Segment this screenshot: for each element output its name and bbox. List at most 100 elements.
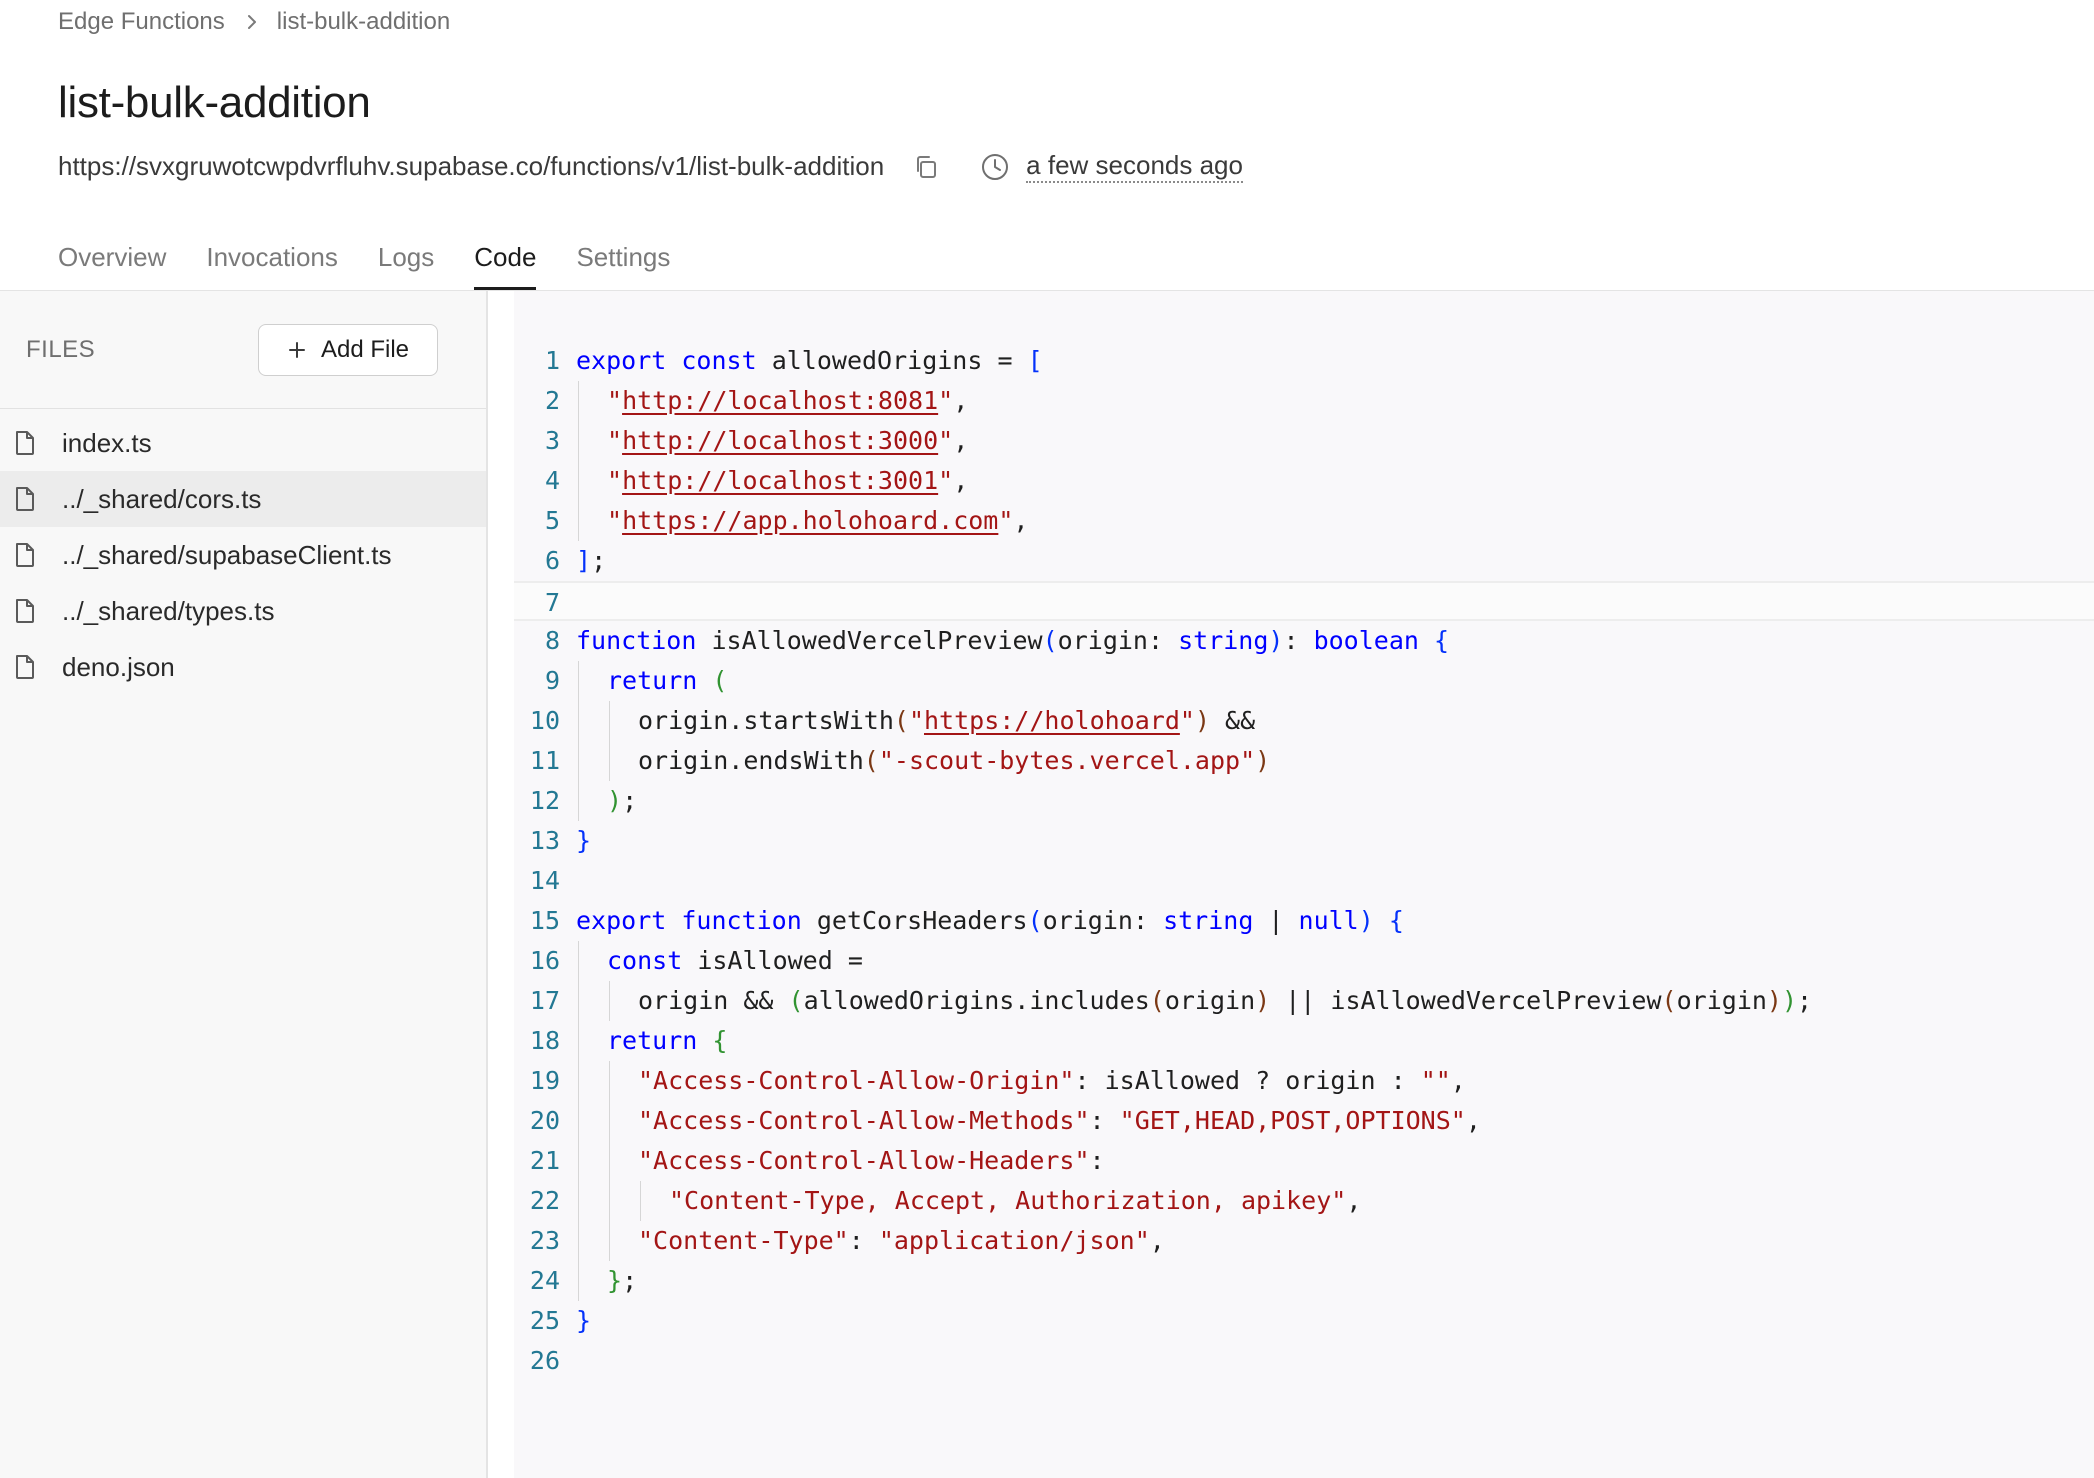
copy-icon[interactable] — [910, 151, 942, 183]
code-token: : — [1283, 626, 1314, 655]
code-line[interactable]: 17 origin && (allowedOrigins.includes(ori… — [514, 981, 2094, 1021]
file-item-shared-supabaseclient-ts[interactable]: ../_shared/supabaseClient.ts — [0, 527, 486, 583]
code-token: " — [1179, 706, 1195, 735]
tab-code[interactable]: Code — [474, 234, 537, 290]
code-line[interactable]: 7 — [514, 581, 2094, 621]
plus-icon — [287, 340, 307, 360]
code-token: return — [607, 666, 698, 695]
code-text: "Access-Control-Allow-Headers": — [560, 1141, 1105, 1181]
file-item-deno-json[interactable]: deno.json — [0, 639, 486, 695]
code-token: | — [1253, 906, 1299, 935]
code-token: } — [576, 1306, 592, 1335]
file-name: ../_shared/supabaseClient.ts — [62, 539, 392, 570]
indent-guide — [607, 1141, 638, 1181]
code-token: ; — [591, 546, 607, 575]
indent-guide — [576, 1061, 607, 1101]
code-line[interactable]: 24}; — [514, 1261, 2094, 1301]
line-number: 13 — [529, 826, 560, 855]
code-line[interactable]: 15 export function getCorsHeaders(origin:… — [514, 901, 2094, 941]
add-file-button[interactable]: Add File — [258, 323, 438, 376]
indent-guide — [576, 941, 607, 981]
code-line[interactable]: 3 "http://localhost:3000", — [514, 421, 2094, 461]
code-token: { — [712, 1026, 728, 1055]
line-number: 22 — [529, 1186, 560, 1215]
code-line[interactable]: 18 return { — [514, 1021, 2094, 1061]
code-line[interactable]: 1 export const allowedOrigins = [ — [514, 341, 2094, 381]
code-token: const — [681, 346, 757, 375]
code-token: ( — [1149, 986, 1165, 1015]
breadcrumb-edge-functions-link[interactable]: Edge Functions — [58, 8, 225, 36]
code-text: } — [560, 821, 591, 861]
file-item-shared-types-ts[interactable]: ../_shared/types.ts — [0, 583, 486, 639]
code-line[interactable]: 6]; — [514, 541, 2094, 581]
code-token: getCorsHeaders — [801, 906, 1028, 935]
code-line[interactable]: 20 "Access-Control-Allow-Methods": "GET,H… — [514, 1101, 2094, 1141]
code-line[interactable]: 11 origin.endsWith("-scout-bytes.vercel.a… — [514, 741, 2094, 781]
line-number: 16 — [529, 946, 560, 975]
last-updated[interactable]: a few seconds ago — [1026, 150, 1243, 183]
code-line[interactable]: 23 "Content-Type": "application/json", — [514, 1221, 2094, 1261]
code-token: ; — [622, 786, 638, 815]
code-line[interactable]: 13} — [514, 821, 2094, 861]
code-line[interactable]: 10 origin.startsWith("https://holohoard")… — [514, 701, 2094, 741]
code-token: "Content-Type" — [638, 1226, 849, 1255]
code-text: "http://localhost:8081", — [560, 381, 968, 421]
tab-logs[interactable]: Logs — [378, 234, 434, 290]
code-token: allowedOrigins.includes — [803, 986, 1150, 1015]
line-number: 7 — [544, 588, 560, 617]
indent-guide — [576, 661, 607, 701]
code-line[interactable]: 9 return ( — [514, 661, 2094, 701]
breadcrumb: Edge Functions list-bulk-addition — [58, 8, 450, 36]
code-line[interactable]: 19 "Access-Control-Allow-Origin": isAllow… — [514, 1061, 2094, 1101]
indent-guide — [638, 1181, 669, 1221]
code-line[interactable]: 22 "Content-Type, Accept, Authorization, … — [514, 1181, 2094, 1221]
code-token: ( — [863, 746, 879, 775]
code-text: }; — [560, 1261, 637, 1301]
code-line[interactable]: 4 "http://localhost:3001", — [514, 461, 2094, 501]
code-token: " — [607, 466, 623, 495]
code-token: || isAllowedVercelPreview — [1270, 986, 1662, 1015]
code-token: " — [607, 386, 623, 415]
code-line[interactable]: 5 "https://app.holohoard.com", — [514, 501, 2094, 541]
tab-overview[interactable]: Overview — [58, 234, 166, 290]
file-name: ../_shared/cors.ts — [62, 483, 262, 514]
code-token: } — [576, 826, 592, 855]
file-item-shared-cors-ts[interactable]: ../_shared/cors.ts — [0, 471, 486, 527]
function-url-row: https://svxgruwotcwpdvrfluhv.supabase.co… — [58, 150, 1243, 183]
tab-invocations[interactable]: Invocations — [206, 234, 338, 290]
code-line[interactable]: 2 "http://localhost:8081", — [514, 381, 2094, 421]
breadcrumb-current[interactable]: list-bulk-addition — [277, 8, 450, 36]
code-token: ) — [607, 786, 623, 815]
code-line[interactable]: 8 function isAllowedVercelPreview(origin:… — [514, 621, 2094, 661]
line-number: 6 — [544, 546, 560, 575]
code-line[interactable]: 26 — [514, 1341, 2094, 1381]
code-token: origin.startsWith — [638, 706, 894, 735]
tab-settings[interactable]: Settings — [576, 234, 670, 290]
file-name: index.ts — [62, 427, 152, 458]
code-token: , — [1013, 506, 1029, 535]
indent-guide — [607, 981, 638, 1021]
code-text: } — [560, 1301, 591, 1341]
code-token: " — [938, 426, 954, 455]
code-line[interactable]: 12); — [514, 781, 2094, 821]
indent-guide — [607, 1181, 638, 1221]
code-token: " — [607, 506, 623, 535]
code-line[interactable]: 14 — [514, 861, 2094, 901]
code-token: } — [607, 1266, 623, 1295]
line-number: 17 — [529, 986, 560, 1015]
indent-guide — [576, 741, 607, 781]
file-item-index-ts[interactable]: index.ts — [0, 415, 486, 471]
code-line[interactable]: 16 const isAllowed = — [514, 941, 2094, 981]
page-title: list-bulk-addition — [58, 78, 371, 127]
code-line[interactable]: 25} — [514, 1301, 2094, 1341]
indent-guide — [576, 701, 607, 741]
code-token: "" — [1420, 1066, 1451, 1095]
code-editor[interactable]: 1 export const allowedOrigins = [2 "http:/… — [514, 291, 2094, 1478]
code-token: [ — [1027, 346, 1043, 375]
code-token: ; — [1797, 986, 1813, 1015]
add-file-label: Add File — [320, 335, 410, 363]
code-line[interactable]: 21 "Access-Control-Allow-Headers": — [514, 1141, 2094, 1181]
